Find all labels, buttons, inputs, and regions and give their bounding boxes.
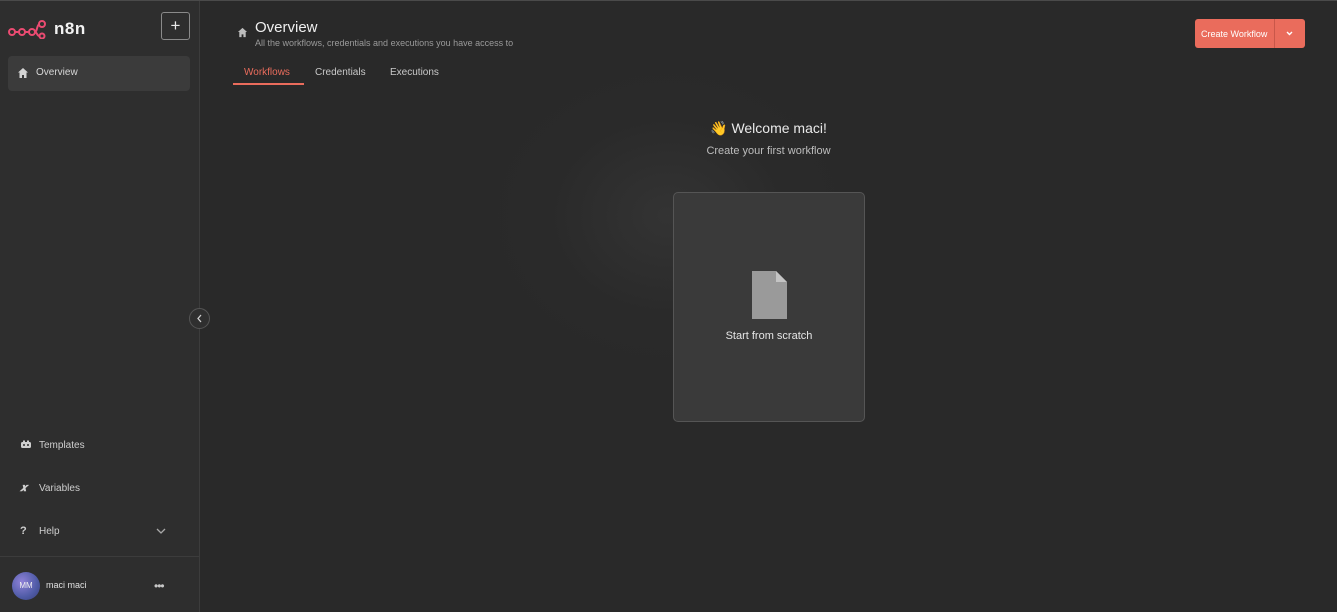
user-menu-ellipsis-icon[interactable]: ••• [154, 580, 165, 592]
welcome-heading: 👋 Welcome maci! [200, 120, 1337, 137]
welcome-subtitle: Create your first workflow [706, 145, 831, 157]
home-icon [237, 27, 248, 38]
home-icon [18, 68, 28, 78]
create-workflow-button[interactable]: Create Workflow [1195, 19, 1305, 48]
sidebar-item-label: Variables [39, 483, 80, 494]
tab-credentials[interactable]: Credentials [315, 67, 366, 78]
file-icon [752, 271, 787, 319]
sidebar: n8n + Overview Templates 𝒙 Variables ? H… [0, 1, 200, 612]
brand-logo[interactable]: n8n [8, 17, 86, 41]
tab-executions[interactable]: Executions [390, 67, 439, 78]
main-content: Overview All the workflows, credentials … [200, 1, 1337, 612]
chevron-down-icon[interactable] [1284, 28, 1295, 39]
chevron-left-icon [197, 314, 202, 323]
help-icon: ? [20, 525, 27, 537]
page-subtitle: All the workflows, credentials and execu… [255, 38, 514, 48]
button-separator [1274, 19, 1275, 48]
welcome-text: Welcome maci! [731, 120, 827, 136]
active-tab-indicator [233, 83, 304, 85]
n8n-logo-icon [8, 20, 46, 39]
brand-name: n8n [54, 19, 86, 38]
chevron-down-icon[interactable] [155, 525, 167, 537]
waving-hand-icon: 👋 [710, 120, 728, 136]
sidebar-item-label: Help [39, 526, 60, 537]
variables-icon: 𝒙 [20, 482, 28, 494]
templates-icon [21, 440, 31, 448]
avatar[interactable]: MM [12, 572, 40, 600]
collapse-sidebar-button[interactable] [189, 308, 210, 329]
sidebar-item-templates[interactable]: Templates [20, 438, 180, 454]
user-name: maci maci [46, 580, 87, 590]
create-workflow-label: Create Workflow [1201, 29, 1268, 39]
add-new-button[interactable]: + [161, 12, 190, 40]
start-from-scratch-card[interactable]: Start from scratch [673, 192, 865, 422]
sidebar-divider [0, 556, 199, 557]
sidebar-item-label: Templates [39, 440, 85, 451]
start-from-scratch-label: Start from scratch [725, 330, 813, 342]
sidebar-item-variables[interactable]: 𝒙 Variables [20, 481, 180, 497]
tab-workflows[interactable]: Workflows [244, 67, 290, 78]
sidebar-item-label: Overview [36, 67, 78, 78]
page-title: Overview [255, 19, 318, 36]
sidebar-item-overview[interactable]: Overview [8, 56, 190, 91]
